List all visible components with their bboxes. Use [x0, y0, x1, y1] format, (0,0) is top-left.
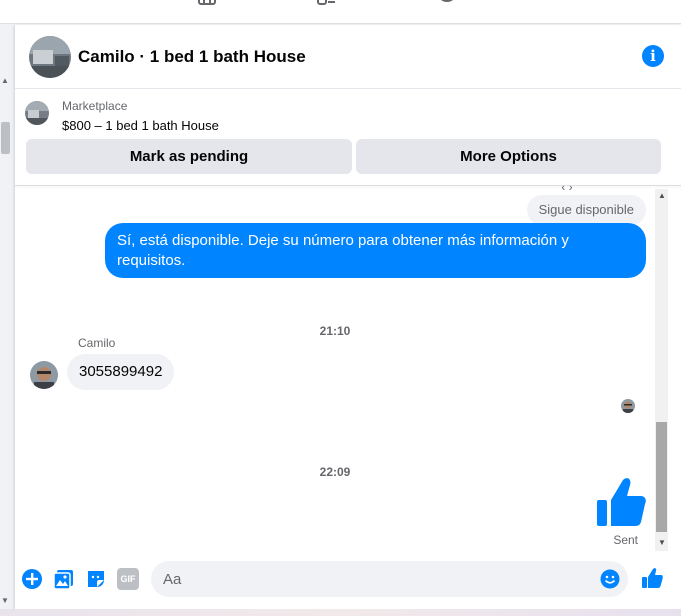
marketplace-icon[interactable]: [197, 0, 217, 6]
marketplace-listing[interactable]: Marketplace $800 – 1 bed 1 bath House: [15, 89, 681, 137]
listing-source-label: Marketplace: [62, 99, 128, 113]
conversation-title[interactable]: Camilo · 1 bed 1 bath House: [78, 47, 306, 67]
taskbar-edge: [0, 609, 681, 616]
add-icon[interactable]: [21, 568, 43, 590]
sticker-icon[interactable]: [85, 568, 107, 590]
listing-detail: $800 – 1 bed 1 bath House: [62, 118, 219, 133]
seen-by-avatar: [621, 399, 635, 413]
replied-message-preview[interactable]: Sigue disponible: [526, 195, 646, 225]
message-scrollbar[interactable]: ▲ ▼: [655, 189, 668, 551]
scroll-down-arrow-icon[interactable]: ▼: [1, 596, 9, 605]
outgoing-message-bubble[interactable]: Sí, está disponible. Deje su número para…: [105, 223, 646, 278]
clipped-message-fragment: ‹ › ˘: [561, 186, 580, 194]
chat-window: Camilo · 1 bed 1 bath House i Marketplac…: [14, 25, 681, 610]
info-icon[interactable]: i: [642, 45, 664, 67]
scroll-up-arrow-icon[interactable]: ▲: [658, 191, 666, 200]
incoming-message-bubble[interactable]: 3055899492: [67, 354, 175, 390]
chat-header: Camilo · 1 bed 1 bath House i: [15, 25, 681, 89]
sender-name: Camilo: [78, 336, 116, 350]
gif-icon[interactable]: GIF: [117, 568, 139, 590]
listing-thumbnail: [25, 101, 49, 125]
thumbs-up-icon[interactable]: [595, 476, 647, 528]
mark-as-pending-button[interactable]: Mark as pending: [26, 139, 352, 174]
more-options-button[interactable]: More Options: [356, 139, 661, 174]
sender-avatar[interactable]: [30, 361, 58, 389]
message-scrollbar-thumb[interactable]: [656, 422, 667, 532]
photo-icon[interactable]: [53, 568, 75, 590]
scroll-up-arrow-icon[interactable]: ▲: [1, 76, 9, 85]
message-list: ‹ › ˘ Sigue disponible Sí, está disponib…: [15, 186, 668, 551]
profile-icon[interactable]: [437, 0, 457, 6]
sent-status: Sent: [613, 533, 638, 547]
page-scrollbar[interactable]: ▲ ▼: [0, 70, 12, 610]
conversation-avatar[interactable]: [29, 36, 71, 78]
message-composer: GIF: [15, 555, 681, 605]
message-input[interactable]: [151, 561, 628, 597]
scroll-down-arrow-icon[interactable]: ▼: [658, 538, 666, 547]
message-timestamp: 22:09: [319, 465, 351, 479]
emoji-icon[interactable]: [600, 569, 620, 589]
top-navigation-bar: [0, 0, 681, 24]
like-icon[interactable]: [641, 567, 663, 589]
page-scrollbar-thumb[interactable]: [1, 122, 10, 154]
groups-icon[interactable]: [316, 0, 336, 6]
